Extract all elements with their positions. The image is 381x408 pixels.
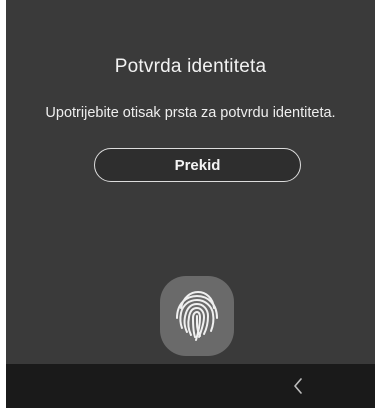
fingerprint-sensor-button[interactable] bbox=[160, 276, 234, 356]
back-button[interactable] bbox=[286, 374, 310, 398]
dialog-message: Upotrijebite otisak prsta za potvrdu ide… bbox=[45, 105, 336, 121]
navigation-bar bbox=[6, 364, 375, 408]
dialog-title: Potvrda identiteta bbox=[114, 56, 267, 77]
chevron-left-icon bbox=[294, 378, 302, 394]
cancel-button[interactable]: Prekid bbox=[94, 148, 301, 182]
biometric-prompt-screen: Potvrda identiteta Upotrijebite otisak p… bbox=[6, 0, 375, 408]
fingerprint-icon bbox=[176, 290, 218, 341]
